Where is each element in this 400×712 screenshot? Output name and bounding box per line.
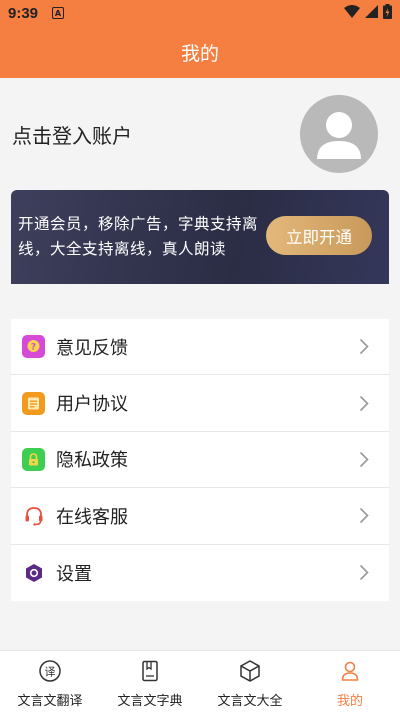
avatar[interactable] <box>300 95 378 173</box>
chevron-right-icon <box>349 338 379 355</box>
menu-item-online-support[interactable]: 在线客服 <box>11 488 389 545</box>
menu-item-label: 隐私政策 <box>56 450 128 472</box>
menu-item-settings[interactable]: 设置 <box>11 545 389 601</box>
svg-text:译: 译 <box>45 666 56 679</box>
default-avatar-icon <box>317 112 361 159</box>
cell-signal-icon <box>365 4 378 22</box>
menu-item-label: 在线客服 <box>56 506 128 528</box>
headset-icon <box>22 504 45 527</box>
page-title: 我的 <box>180 42 219 65</box>
svg-text:?: ? <box>31 343 36 353</box>
notification-a-icon: A <box>52 7 65 19</box>
menu-item-feedback[interactable]: ? 意见反馈 <box>11 319 389 376</box>
status-time: 9:39 <box>8 4 39 22</box>
tab-label: 我的 <box>336 694 363 709</box>
status-icons <box>344 3 392 23</box>
menu-item-label: 设置 <box>56 563 92 585</box>
menu-item-privacy-policy[interactable]: 隐私政策 <box>11 432 389 489</box>
profile-section[interactable]: 点击登入账户 <box>0 78 400 188</box>
tab-translate[interactable]: 译 文言文翻译 <box>0 651 100 712</box>
agreement-icon <box>22 391 45 415</box>
status-bar: 9:39 A <box>0 0 400 26</box>
tab-label: 文言文大全 <box>217 694 283 709</box>
vip-description: 开通会员，移除广告，字典支持离线，大全支持离线，真人朗读 <box>18 215 259 258</box>
chevron-right-icon <box>349 564 379 581</box>
chevron-right-icon <box>349 507 379 524</box>
privacy-lock-icon <box>22 447 45 471</box>
tab-label: 文言文字典 <box>117 694 183 709</box>
menu-item-user-agreement[interactable]: 用户协议 <box>11 375 389 432</box>
menu-item-label: 意见反馈 <box>56 337 128 359</box>
open-vip-button[interactable]: 立即开通 <box>266 216 372 255</box>
tab-mine[interactable]: 我的 <box>300 651 400 712</box>
feedback-icon: ? <box>22 335 45 359</box>
chevron-right-icon <box>349 451 379 468</box>
translate-icon: 译 <box>38 659 62 683</box>
settings-icon <box>22 561 45 584</box>
login-link[interactable]: 点击登入账户 <box>12 120 132 149</box>
person-icon <box>338 659 362 683</box>
battery-icon <box>383 3 392 23</box>
tab-dictionary[interactable]: 文言文字典 <box>100 651 200 712</box>
bottom-tab-bar: 译 文言文翻译 文言文字典 文言文大全 我的 <box>0 650 400 712</box>
tab-label: 文言文翻译 <box>17 694 83 709</box>
chevron-right-icon <box>349 395 379 412</box>
menu-item-label: 用户协议 <box>56 394 128 416</box>
app-bar: 我的 <box>0 26 400 78</box>
dictionary-icon <box>138 659 162 683</box>
cube-icon <box>238 659 262 683</box>
vip-banner: 开通会员，移除广告，字典支持离线，大全支持离线，真人朗读 立即开通 <box>11 190 389 284</box>
settings-menu: ? 意见反馈 用户协议 隐私政策 在线客服 设置 <box>11 319 389 601</box>
wifi-icon <box>344 4 360 22</box>
tab-collection[interactable]: 文言文大全 <box>200 651 300 712</box>
